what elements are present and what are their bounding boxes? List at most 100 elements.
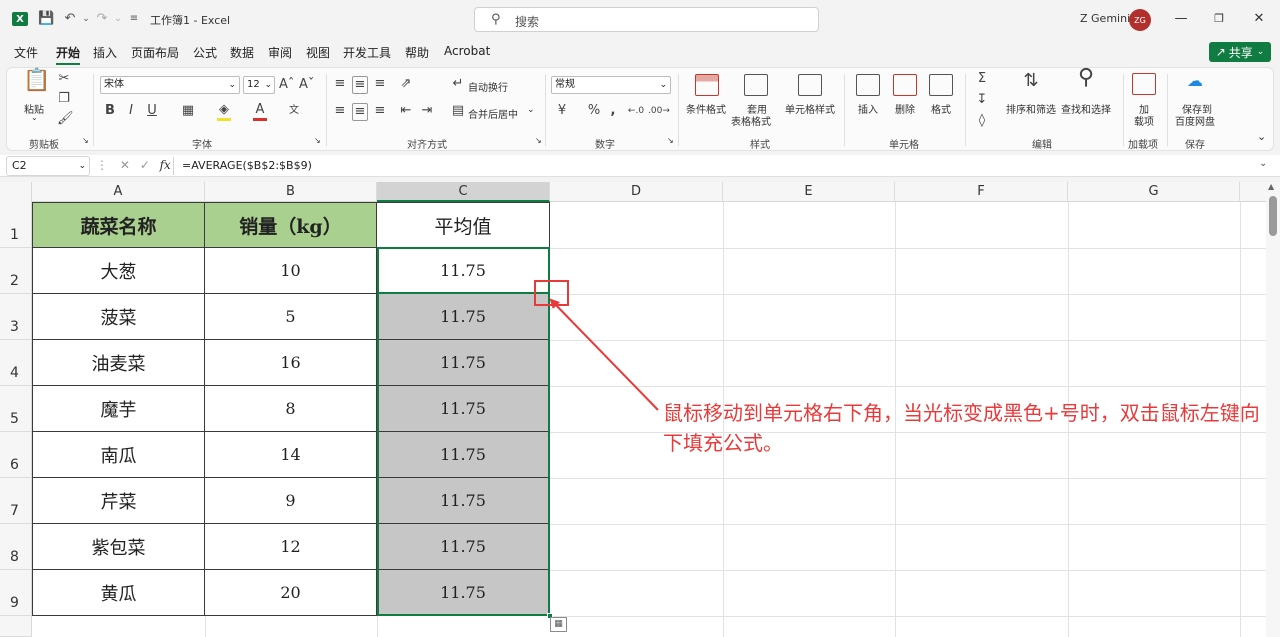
tab-formulas[interactable]: 公式 [193, 44, 217, 61]
cell-a4[interactable]: 油麦菜 [32, 340, 205, 386]
cell-a3[interactable]: 菠菜 [32, 294, 205, 340]
orientation-icon[interactable]: ⇗ [399, 76, 413, 92]
cell-a7[interactable]: 芹菜 [32, 478, 205, 524]
cell-c3[interactable]: 11.75 [377, 294, 550, 340]
share-button[interactable]: ↗ 共享 ⌄ [1209, 42, 1271, 62]
cell-b3[interactable]: 5 [205, 294, 377, 340]
phonetic-icon[interactable]: 文 [287, 103, 301, 119]
align-middle-icon[interactable]: ≡ [352, 76, 368, 94]
font-name-select[interactable]: 宋体 ⌄ [100, 76, 240, 94]
vertical-scrollbar[interactable]: ▲ [1266, 182, 1280, 637]
align-top-icon[interactable]: ≡ [333, 76, 347, 92]
cell-b4[interactable]: 16 [205, 340, 377, 386]
row-header-5[interactable]: 5 [0, 386, 32, 432]
user-name[interactable]: Z Gemini [1080, 12, 1130, 25]
font-color-icon[interactable]: A [253, 102, 267, 121]
save-to-cloud-line2[interactable]: 百度网盘 [1175, 113, 1215, 128]
column-header-d[interactable]: D [550, 182, 723, 202]
cell-a2[interactable]: 大葱 [32, 248, 205, 294]
column-header-c[interactable]: C [377, 182, 550, 202]
increase-decimal-icon[interactable]: ←.0 [627, 103, 645, 119]
undo-icon[interactable]: ↶ [62, 11, 78, 27]
name-box[interactable]: C2 ⌄ [6, 156, 90, 176]
format-cells-icon[interactable] [929, 74, 953, 96]
cell-b9[interactable]: 20 [205, 570, 377, 616]
row-header-8[interactable]: 8 [0, 524, 32, 570]
worksheet-grid[interactable]: A B C D E F G 1 2 3 4 5 6 7 8 9 蔬菜名称 销量（… [0, 182, 1280, 637]
save-icon[interactable]: 💾 [38, 11, 54, 27]
bold-icon[interactable]: B [104, 103, 116, 119]
customize-qat-icon[interactable]: ≡ [126, 11, 142, 27]
align-left-icon[interactable]: ≡ [333, 103, 347, 119]
merge-center-icon[interactable]: ▤ [451, 103, 465, 119]
close-icon[interactable]: ✕ [1250, 10, 1268, 28]
column-header-e[interactable]: E [723, 182, 895, 202]
wrap-text-button[interactable]: 自动换行 [468, 79, 508, 94]
baidu-cloud-icon[interactable]: ☁ [1185, 73, 1205, 89]
column-header-g[interactable]: G [1068, 182, 1240, 202]
cell-c4[interactable]: 11.75 [377, 340, 550, 386]
cell-b8[interactable]: 12 [205, 524, 377, 570]
number-format-select[interactable]: 常规 ⌄ [551, 76, 671, 94]
italic-icon[interactable]: I [125, 103, 137, 119]
tab-developer[interactable]: 开发工具 [343, 44, 391, 61]
sort-filter-icon[interactable]: ⇅ [1019, 72, 1043, 90]
scrollbar-thumb[interactable] [1269, 196, 1277, 236]
column-header-f[interactable]: F [895, 182, 1068, 202]
cell-a5[interactable]: 魔芋 [32, 386, 205, 432]
collapse-ribbon-icon[interactable]: ⌄ [1257, 130, 1266, 143]
currency-icon[interactable]: ¥ [554, 103, 570, 119]
select-all-corner[interactable] [0, 182, 32, 202]
conditional-formatting-icon[interactable] [695, 74, 719, 96]
cell-b1[interactable]: 销量（kg） [205, 202, 377, 248]
find-select-button[interactable]: 查找和选择 [1061, 101, 1111, 116]
add-ins-line2[interactable]: 载项 [1134, 113, 1154, 128]
tab-insert[interactable]: 插入 [93, 44, 117, 61]
undo-dropdown-icon[interactable]: ⌄ [78, 11, 94, 27]
delete-cells-button[interactable]: 删除 [895, 101, 915, 116]
redo-icon[interactable]: ↷ [94, 11, 110, 27]
row-header-2[interactable]: 2 [0, 248, 32, 294]
cell-a9[interactable]: 黄瓜 [32, 570, 205, 616]
borders-icon[interactable]: ▦ [181, 103, 195, 119]
cell-c1[interactable]: 平均值 [377, 202, 550, 248]
tab-review[interactable]: 审阅 [268, 44, 292, 61]
row-header-3[interactable]: 3 [0, 294, 32, 340]
cell-a6[interactable]: 南瓜 [32, 432, 205, 478]
align-right-icon[interactable]: ≡ [373, 103, 387, 119]
restore-icon[interactable]: ❐ [1210, 10, 1228, 28]
format-painter-icon[interactable]: 🖌 [57, 111, 74, 127]
avatar[interactable]: ZG [1129, 9, 1151, 31]
paste-icon[interactable]: 📋 [23, 70, 50, 97]
tab-file[interactable]: 文件 [14, 44, 38, 61]
enter-icon[interactable]: ✓ [140, 158, 150, 172]
cell-styles-button[interactable]: 单元格样式 [785, 101, 835, 116]
decrease-font-icon[interactable]: Aˇ [299, 77, 314, 93]
scroll-up-icon[interactable]: ▲ [1268, 182, 1274, 191]
fill-icon[interactable]: ↧ [975, 92, 989, 108]
decrease-decimal-icon[interactable]: .00→ [648, 103, 670, 119]
cell-c5[interactable]: 11.75 [377, 386, 550, 432]
cell-b6[interactable]: 14 [205, 432, 377, 478]
fill-color-icon[interactable]: ◈ [217, 102, 231, 121]
cell-styles-icon[interactable] [798, 74, 822, 96]
cell-c7[interactable]: 11.75 [377, 478, 550, 524]
format-as-table-line2[interactable]: 表格格式 [731, 113, 771, 128]
row-header-6[interactable]: 6 [0, 432, 32, 478]
format-as-table-icon[interactable] [744, 74, 768, 96]
decrease-indent-icon[interactable]: ⇤ [399, 103, 413, 119]
clipboard-launcher-icon[interactable]: ↘ [82, 136, 89, 145]
percent-icon[interactable]: % [587, 103, 601, 119]
cell-a8[interactable]: 紫包菜 [32, 524, 205, 570]
align-center-icon[interactable]: ≡ [352, 103, 368, 121]
cell-b5[interactable]: 8 [205, 386, 377, 432]
insert-cells-button[interactable]: 插入 [858, 101, 878, 116]
tab-acrobat[interactable]: Acrobat [444, 44, 490, 58]
column-header-a[interactable]: A [32, 182, 205, 202]
font-launcher-icon[interactable]: ↘ [314, 136, 321, 145]
cell-c8[interactable]: 11.75 [377, 524, 550, 570]
format-cells-button[interactable]: 格式 [931, 101, 951, 116]
cut-icon[interactable]: ✂ [57, 71, 71, 87]
tab-page-layout[interactable]: 页面布局 [131, 44, 179, 61]
formula-input[interactable]: =AVERAGE($B$2:$B$9) [182, 159, 312, 172]
